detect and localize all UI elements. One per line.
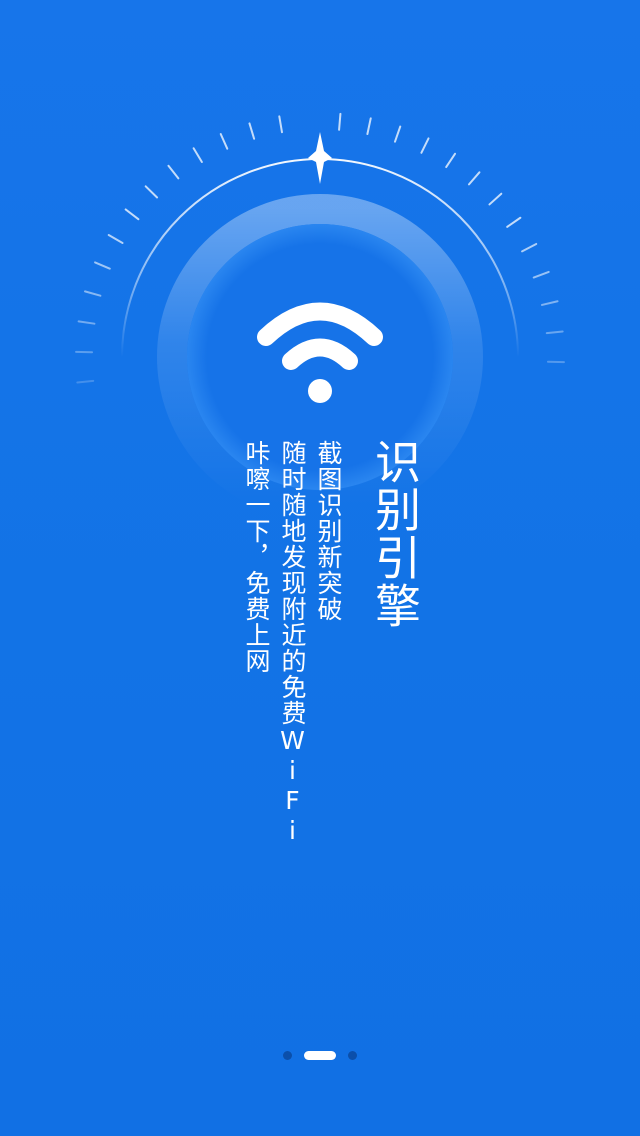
dial-tick [83,290,102,297]
feature-tagline: 截图识别新突破 [314,440,343,622]
dial-tick [338,112,342,131]
dial-tick [94,261,111,270]
dial-tick [192,147,203,163]
feature-description: 随时随地发现附近的免费WiFi [278,440,307,846]
dial-tick [540,300,559,306]
feature-slogan: 咔嚓一下，免费上网 [242,440,271,674]
page-indicator [0,1049,640,1061]
dial-tick [545,330,564,335]
dial-tick [521,242,538,253]
dial-tick [167,164,180,180]
page-dot-2-active[interactable] [304,1050,336,1060]
page-dot-3[interactable] [348,1050,357,1060]
dial-tick [248,122,256,140]
dial-tick [467,171,481,186]
dial-tick [107,234,124,244]
feature-title: 识别引擎 [368,438,422,630]
dial-tick [488,192,503,206]
sparkle-icon [308,132,332,184]
dial-tick [278,115,283,134]
onboarding-screen[interactable]: 识别引擎 截图识别新突破 随时随地发现附近的免费WiFi 咔嚓一下，免费上网 [0,0,640,1136]
dial-tick [532,270,550,279]
dial-tick [420,137,430,154]
dial-tick [445,152,457,169]
page-dot-1[interactable] [283,1050,292,1060]
dial-tick [77,320,96,325]
dial-tick [76,379,95,384]
dial-tick [506,216,522,228]
dial-tick [366,117,372,135]
dial-tick [124,208,140,221]
dial-tick [393,125,402,143]
dial-tick [144,185,159,199]
dial-tick [219,133,229,150]
